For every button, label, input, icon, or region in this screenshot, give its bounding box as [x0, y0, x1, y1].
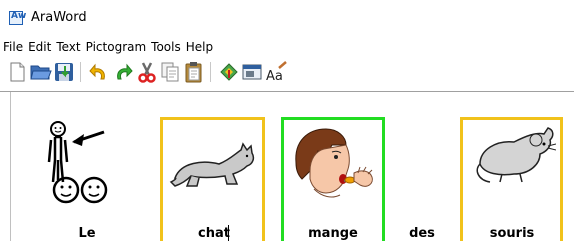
undo-icon: [89, 63, 105, 80]
redo-button[interactable]: [111, 60, 135, 84]
cut-button[interactable]: [135, 60, 159, 84]
text-caret: [228, 225, 229, 241]
redo-icon: [117, 63, 133, 80]
word-souris[interactable]: souris: [481, 226, 543, 241]
open-folder-icon: [30, 65, 52, 80]
text-format-button[interactable]: Aa: [264, 60, 288, 84]
menu-help[interactable]: Help: [184, 40, 216, 54]
undo-button[interactable]: [87, 60, 111, 84]
toolbar-separator: [210, 62, 211, 82]
boy-eating-pictogram[interactable]: [288, 123, 380, 203]
mouse-pictogram[interactable]: [470, 124, 556, 188]
word-des[interactable]: des: [400, 226, 444, 241]
araword-app-icon: Aw: [9, 11, 26, 25]
scissors-icon: [138, 62, 156, 83]
toolbar: Aa: [0, 58, 574, 88]
save-button[interactable]: [52, 60, 76, 84]
window-title: AraWord: [31, 10, 87, 25]
cat-pictogram[interactable]: [167, 140, 259, 192]
word-chat[interactable]: chat: [184, 226, 244, 241]
menu-edit[interactable]: Edit: [26, 40, 54, 54]
menu-tools[interactable]: Tools: [149, 40, 184, 54]
new-document-icon: [10, 62, 25, 82]
pictogram-tool-button[interactable]: [217, 60, 241, 84]
save-icon: [55, 63, 73, 81]
word-le[interactable]: Le: [62, 226, 112, 241]
view-button[interactable]: [240, 60, 264, 84]
window-icon: [242, 64, 262, 80]
new-document-button[interactable]: [5, 60, 29, 84]
menu-bar: File Edit Text Pictogram Tools Help: [0, 38, 574, 56]
pictogram-tool-icon: [220, 63, 238, 81]
text-format-icon: Aa: [266, 61, 287, 84]
paste-button[interactable]: [182, 60, 206, 84]
copy-button[interactable]: [158, 60, 182, 84]
person-pointing-pictogram[interactable]: [38, 120, 138, 206]
toolbar-separator: [80, 62, 81, 82]
menu-file[interactable]: File: [1, 40, 26, 54]
menu-text[interactable]: Text: [54, 40, 83, 54]
title-bar: Aw AraWord: [0, 0, 574, 36]
paste-icon: [185, 62, 202, 83]
text-format-label: Aa: [266, 69, 283, 84]
open-button[interactable]: [29, 60, 53, 84]
menu-pictogram[interactable]: Pictogram: [84, 40, 150, 54]
copy-icon: [161, 62, 179, 82]
word-mange[interactable]: mange: [303, 226, 363, 241]
